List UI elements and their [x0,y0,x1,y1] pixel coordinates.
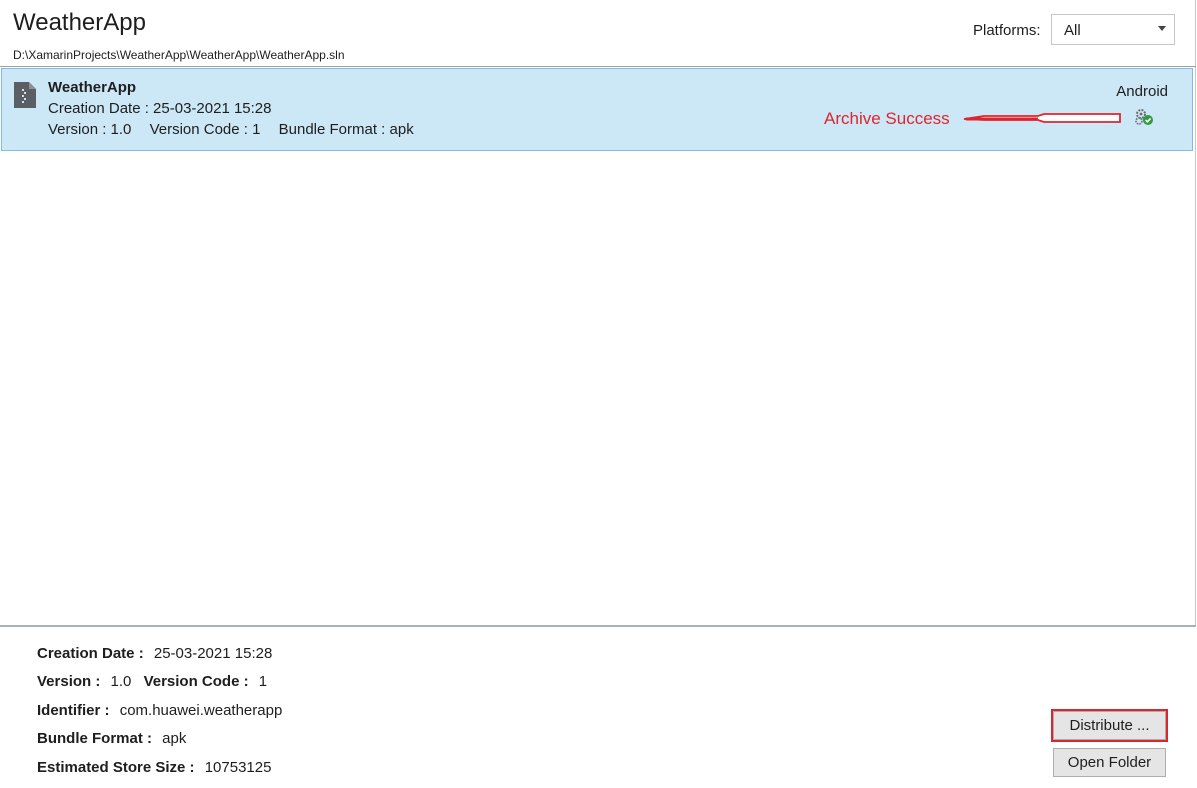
open-folder-button[interactable]: Open Folder [1053,748,1166,777]
detail-label: Creation Date : [37,645,144,662]
detail-store-size: Estimated Store Size : 10753125 [37,759,271,776]
detail-value: 1.0 [110,673,132,690]
annotation-highlight-box [1051,709,1168,742]
detail-value: 1 [258,673,268,690]
detail-creation-date: Creation Date : 25-03-2021 15:28 [37,645,272,662]
archive-version-code: Version Code : 1 [149,121,261,138]
page-title: WeatherApp [13,9,146,36]
solution-path: D:\XamarinProjects\WeatherApp\WeatherApp… [13,48,345,62]
platforms-selected-value: All [1064,22,1081,39]
archive-platform: Android [1116,83,1168,100]
detail-bundle-format: Bundle Format : apk [37,730,186,747]
detail-value: com.huawei.weatherapp [119,702,283,719]
detail-version: Version : 1.0 Version Code : 1 [37,673,267,690]
gear-check-icon [1135,109,1153,125]
detail-label: Identifier : [37,702,110,719]
detail-label: Version : [37,673,101,690]
detail-label: Version Code : [143,673,249,690]
platforms-label: Platforms: [973,22,1041,39]
archive-name: WeatherApp [48,79,137,96]
archive-version-info: Version : 1.0 Version Code : 1 Bundle Fo… [48,121,428,138]
platforms-dropdown[interactable]: All [1051,14,1175,45]
chevron-down-icon [1158,26,1166,31]
archive-version: Version : 1.0 [48,121,132,138]
list-divider [0,66,1196,67]
detail-value: 10753125 [204,759,272,776]
archive-details-panel: Creation Date : 25-03-2021 15:28 Version… [0,627,1196,787]
detail-identifier: Identifier : com.huawei.weatherapp [37,702,282,719]
archive-list-item[interactable]: WeatherApp Creation Date : 25-03-2021 15… [1,68,1193,151]
archive-file-icon [14,82,36,108]
detail-label: Bundle Format : [37,730,152,747]
archive-manager-window: WeatherApp D:\XamarinProjects\WeatherApp… [0,0,1196,787]
detail-label: Estimated Store Size : [37,759,195,776]
archive-bundle-format: Bundle Format : apk [278,121,414,138]
annotation-archive-success: Archive Success [824,109,950,128]
annotation-arrow [963,113,1121,123]
detail-value: apk [162,730,187,747]
archive-creation-date: Creation Date : 25-03-2021 15:28 [48,100,272,117]
detail-value: 25-03-2021 15:28 [153,645,273,662]
